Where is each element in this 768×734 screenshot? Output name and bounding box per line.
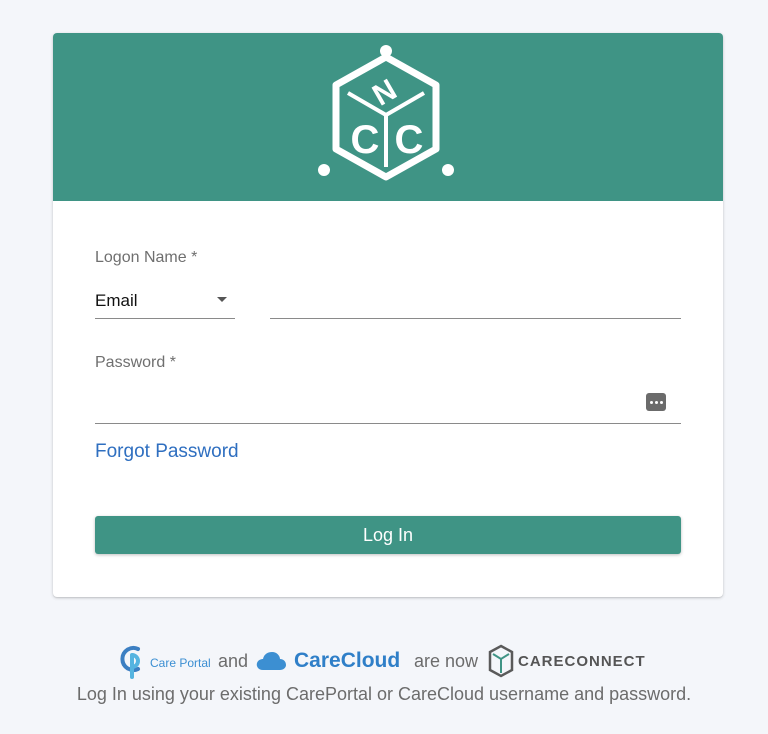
password-input[interactable] xyxy=(95,391,681,424)
chevron-down-icon xyxy=(217,297,227,302)
careportal-logo-icon xyxy=(120,646,140,679)
carecloud-brand-name: CareCloud xyxy=(294,649,401,672)
logon-name-label: Logon Name * xyxy=(95,249,198,266)
brand-merge-line: Care Portal and CareCloud are now CARECO… xyxy=(0,643,768,679)
password-dots-icon[interactable] xyxy=(646,393,666,411)
svg-text:C: C xyxy=(395,118,424,162)
logon-type-select[interactable]: Email xyxy=(95,288,235,319)
careconnect-logo-icon xyxy=(488,644,514,678)
careportal-brand-name: Care Portal xyxy=(150,656,211,670)
login-instructions: Log In using your existing CarePortal or… xyxy=(76,684,692,704)
logon-type-value: Email xyxy=(95,291,138,310)
careconnect-brand-name: CARECONNECT xyxy=(518,653,646,670)
password-label: Password * xyxy=(95,354,176,371)
nc-cube-logo-icon: N C C xyxy=(318,45,454,181)
forgot-password-link[interactable]: Forgot Password xyxy=(95,441,239,463)
are-now-text: are now xyxy=(414,651,479,671)
and-text: and xyxy=(218,651,249,671)
logon-name-input[interactable] xyxy=(270,288,681,319)
cloud-icon xyxy=(256,652,286,670)
svg-text:C: C xyxy=(351,118,380,162)
card-header: N C C xyxy=(53,33,723,201)
log-in-button[interactable]: Log In xyxy=(95,516,681,554)
login-card: N C C Logon Name * Email Password * Forg… xyxy=(53,33,723,597)
